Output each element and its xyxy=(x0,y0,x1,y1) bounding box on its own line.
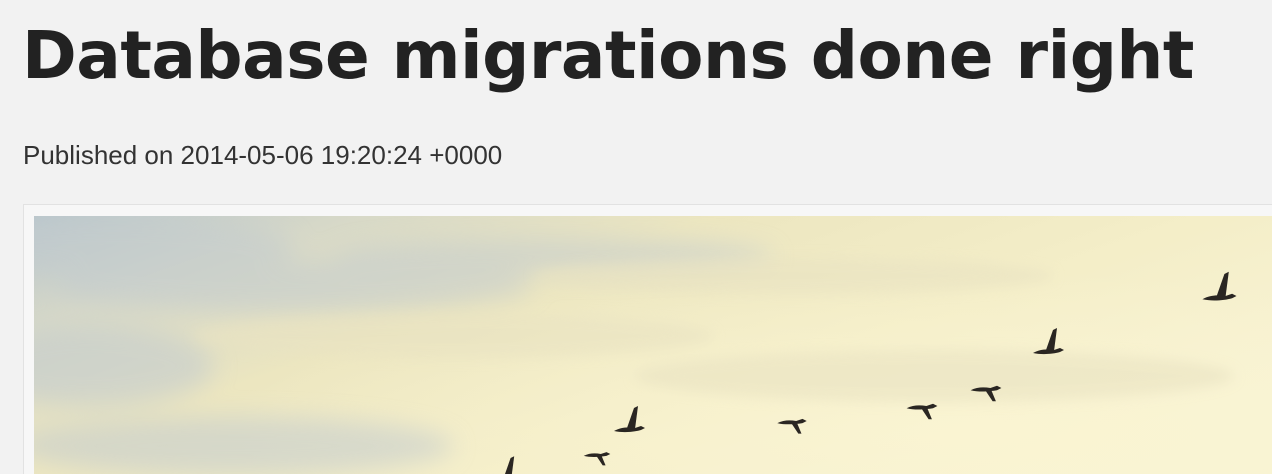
article-page: Database migrations done right Published… xyxy=(0,0,1272,474)
post-published-date: Published on 2014-05-06 19:20:24 +0000 xyxy=(23,140,503,170)
post-title: Database migrations done right xyxy=(22,17,1194,94)
hero-image-frame xyxy=(23,204,1272,474)
hero-image xyxy=(34,216,1272,474)
